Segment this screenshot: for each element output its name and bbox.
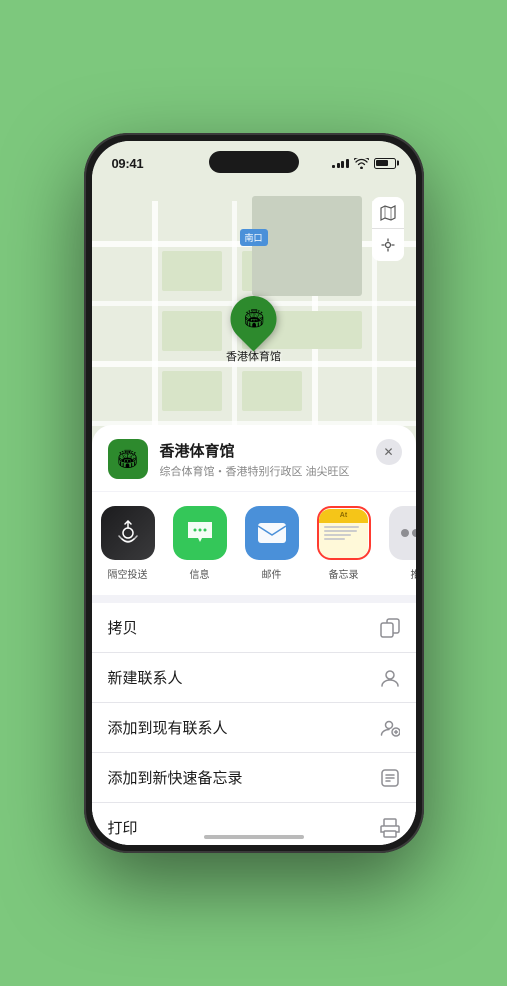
quick-note-label: 添加到新快速备忘录 (108, 767, 243, 788)
new-contact-icon (380, 668, 400, 688)
new-contact-label: 新建联系人 (108, 667, 183, 688)
map-type-icon (380, 205, 396, 221)
battery-icon (374, 158, 396, 169)
dynamic-island (209, 151, 299, 173)
action-row-add-existing[interactable]: 添加到现有联系人 (92, 703, 416, 753)
status-icons (332, 158, 396, 169)
share-item-airdrop[interactable]: 隔空投送 (92, 506, 164, 581)
signal-bars-icon (332, 158, 349, 168)
status-time: 09:41 (112, 156, 144, 171)
copy-icon (380, 618, 400, 638)
notes-inner: At (319, 509, 368, 558)
action-row-copy[interactable]: 拷贝 (92, 603, 416, 653)
marker-pin: 🏟 (221, 286, 286, 351)
venue-name: 香港体育馆 (160, 440, 400, 461)
venue-header: 🏟 香港体育馆 综合体育馆・香港特别行政区 油尖旺区 ✕ (92, 425, 416, 491)
print-icon (380, 818, 400, 838)
airdrop-icon (101, 506, 155, 560)
map-type-button[interactable] (372, 197, 404, 229)
home-indicator (204, 835, 304, 839)
notes-icon-selected: At (317, 506, 371, 560)
notes-label: 备忘录 (329, 566, 359, 581)
share-item-more[interactable]: 推 (380, 506, 416, 581)
copy-label: 拷贝 (108, 617, 138, 638)
phone-frame: 09:41 (84, 133, 424, 853)
action-row-new-contact[interactable]: 新建联系人 (92, 653, 416, 703)
more-label: 推 (411, 566, 416, 581)
close-button[interactable]: ✕ (376, 439, 402, 465)
action-row-quick-note[interactable]: 添加到新快速备忘录 (92, 753, 416, 803)
share-icons-row: 隔空投送 信息 (92, 492, 416, 595)
location-button[interactable] (372, 229, 404, 261)
south-gate-label: 南口 (239, 229, 267, 246)
more-icon-wrap (389, 506, 416, 560)
share-item-messages[interactable]: 信息 (164, 506, 236, 581)
quick-note-icon (380, 768, 400, 788)
action-list: 拷贝 新建联系人 添加到现有联系人 (92, 603, 416, 845)
mail-icon (257, 522, 287, 544)
venue-info: 香港体育馆 综合体育馆・香港特别行政区 油尖旺区 (160, 440, 400, 479)
add-existing-label: 添加到现有联系人 (108, 717, 228, 738)
add-existing-icon (380, 718, 400, 738)
bottom-sheet: 🏟 香港体育馆 综合体育馆・香港特别行政区 油尖旺区 ✕ (92, 425, 416, 845)
location-icon (381, 238, 395, 252)
phone-screen: 09:41 (92, 141, 416, 845)
print-label: 打印 (108, 817, 138, 838)
messages-icon-wrap (173, 506, 227, 560)
venue-logo: 🏟 (108, 439, 148, 479)
sheet-divider (92, 595, 416, 603)
share-item-notes[interactable]: At 备忘录 (308, 506, 380, 581)
mail-label: 邮件 (262, 566, 282, 581)
mail-icon-wrap (245, 506, 299, 560)
stadium-marker: 🏟 香港体育馆 (226, 296, 281, 364)
messages-label: 信息 (190, 566, 210, 581)
share-item-mail[interactable]: 邮件 (236, 506, 308, 581)
airdrop-label: 隔空投送 (108, 566, 148, 581)
venue-subtitle: 综合体育馆・香港特别行政区 油尖旺区 (160, 463, 400, 479)
wifi-icon (354, 158, 369, 169)
messages-icon (186, 520, 214, 546)
map-controls (372, 197, 404, 261)
